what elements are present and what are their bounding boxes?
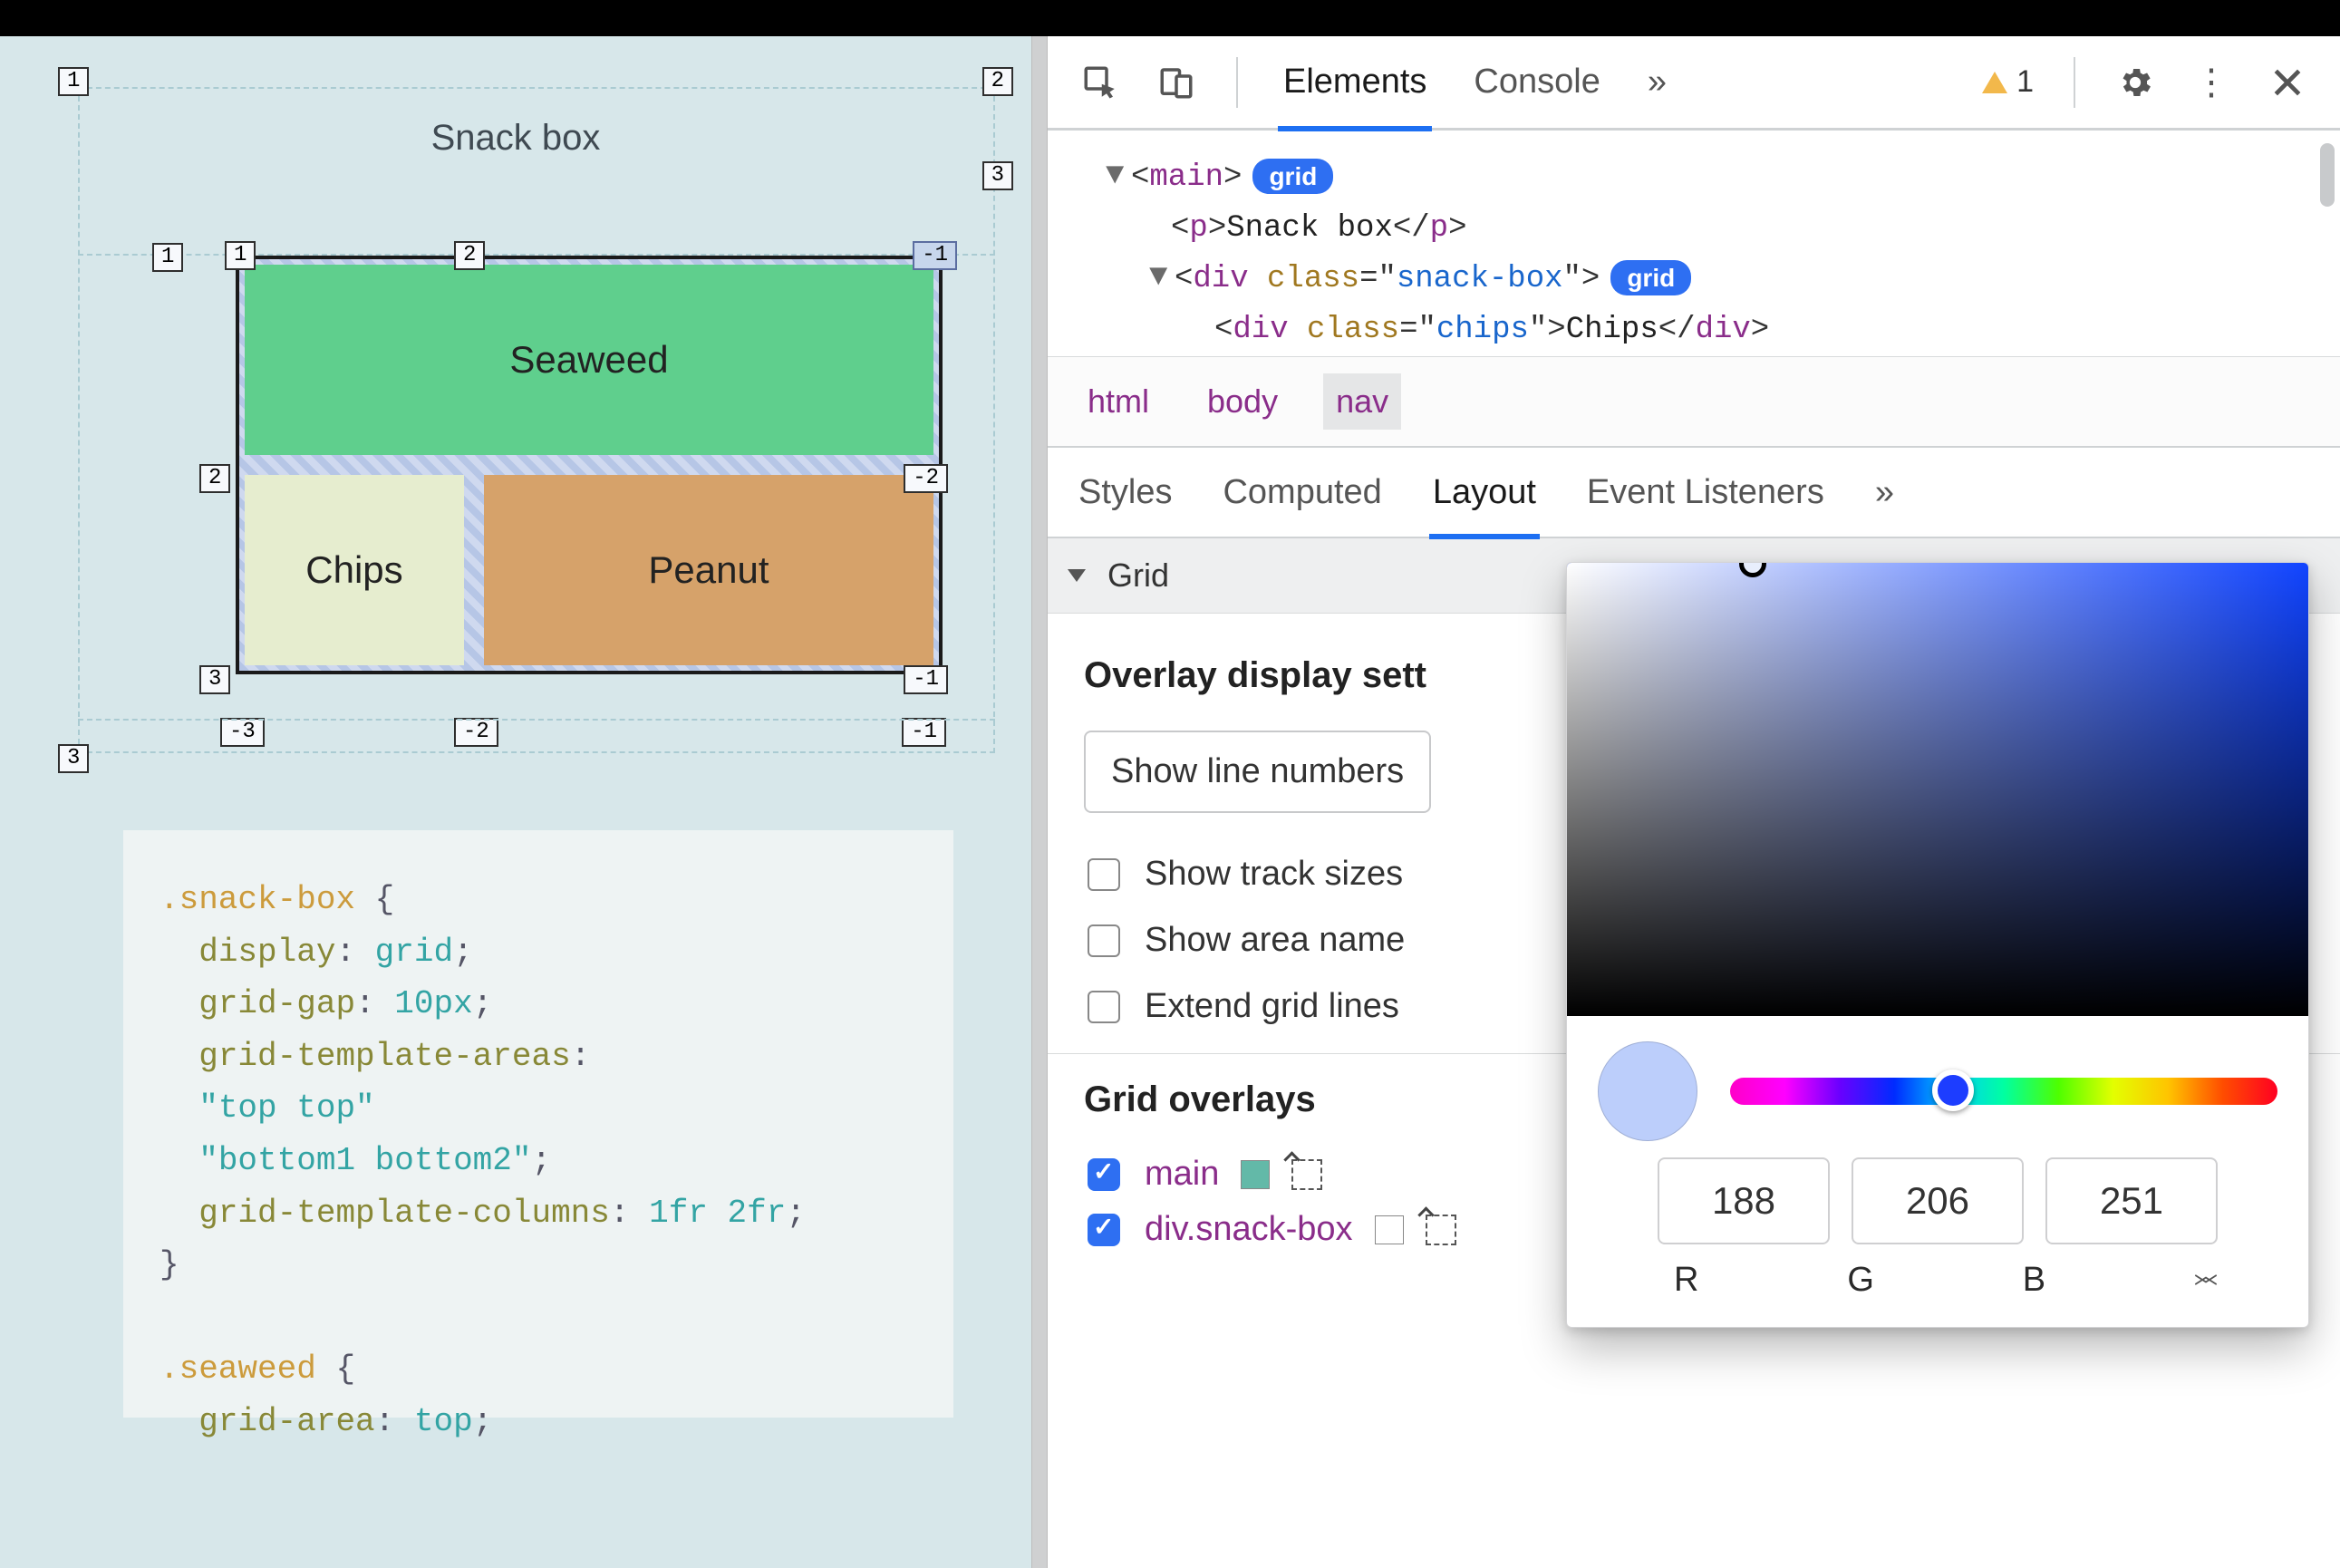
crumb-nav[interactable]: nav <box>1323 373 1401 430</box>
current-color-swatch[interactable] <box>1598 1041 1697 1141</box>
line-numbers-select[interactable]: Show line numbers <box>1084 731 1431 813</box>
grid-line-chip: -1 <box>913 241 957 270</box>
gear-icon[interactable] <box>2115 63 2155 102</box>
b-label: B <box>2023 1261 2045 1300</box>
grid-line-chip: -3 <box>220 718 265 747</box>
subtab-events[interactable]: Event Listeners <box>1583 448 1828 537</box>
grid-line-chip: 3 <box>199 665 230 694</box>
grid-line-chip: 2 <box>199 464 230 493</box>
subtabs-overflow[interactable]: » <box>1871 448 1898 537</box>
snack-box-grid: Seaweed Chips Peanut <box>236 256 943 674</box>
crumb-body[interactable]: body <box>1194 373 1291 430</box>
devtools-window: Snack box Seaweed Chips Peanut 1 2 3 3 1… <box>0 36 2340 1568</box>
device-toggle-icon[interactable] <box>1156 63 1196 102</box>
grid-item-seaweed: Seaweed <box>245 265 933 455</box>
grid-line-chip: 2 <box>982 67 1013 96</box>
checkbox[interactable] <box>1088 991 1120 1023</box>
r-label: R <box>1674 1261 1698 1300</box>
overlay-options-icon[interactable] <box>1426 1215 1456 1245</box>
pane-divider[interactable] <box>1031 36 1048 1568</box>
styles-subtabs: Styles Computed Layout Event Listeners » <box>1048 448 2340 538</box>
dom-tree[interactable]: ▼<main>grid <p>Snack box</p> ▼<div class… <box>1048 131 2340 357</box>
rendered-page-pane: Snack box Seaweed Chips Peanut 1 2 3 3 1… <box>0 36 1031 1450</box>
chevron-down-icon <box>1068 569 1086 582</box>
kebab-menu-icon[interactable]: ⋮ <box>2191 63 2231 102</box>
tab-console[interactable]: Console <box>1468 35 1605 129</box>
scrollbar-thumb[interactable] <box>2320 143 2335 207</box>
color-swatch[interactable] <box>1375 1215 1404 1244</box>
inspect-icon[interactable] <box>1080 63 1120 102</box>
grid-line-chip: 2 <box>454 241 485 270</box>
g-input[interactable]: 206 <box>1852 1157 2024 1244</box>
grid-line-chip: 3 <box>58 744 89 773</box>
checkbox[interactable] <box>1088 1214 1120 1246</box>
subtab-layout[interactable]: Layout <box>1429 448 1540 537</box>
hue-knob[interactable] <box>1932 1070 1974 1111</box>
subtab-computed[interactable]: Computed <box>1219 448 1385 537</box>
hue-slider[interactable] <box>1730 1078 2277 1105</box>
grid-line-chip: -1 <box>904 665 948 694</box>
outer-grid-overlay: Seaweed Chips Peanut 1 2 3 3 1 2 3 1 2 -… <box>78 87 995 753</box>
color-picker-popover: 188 206 251 R G B ︿﹀ <box>1566 562 2309 1328</box>
css-code-block: .snack-box { display: grid; grid-gap: 10… <box>123 830 953 1418</box>
warning-icon <box>1982 72 2007 93</box>
grid-line-chip: 3 <box>982 161 1013 190</box>
g-label: G <box>1847 1261 1874 1300</box>
grid-line-chip: 1 <box>58 67 89 96</box>
subtab-styles[interactable]: Styles <box>1075 448 1175 537</box>
grid-line-chip: 1 <box>225 241 256 270</box>
grid-item-peanut: Peanut <box>484 475 933 665</box>
grid-line-chip: -1 <box>902 718 946 747</box>
grid-badge[interactable]: grid <box>1252 159 1333 194</box>
checkbox[interactable] <box>1088 858 1120 891</box>
color-field[interactable] <box>1567 563 2308 1016</box>
color-field-knob[interactable] <box>1739 562 1766 577</box>
grid-line-chip: -2 <box>454 718 498 747</box>
warnings-badge[interactable]: 1 <box>1982 64 2034 100</box>
color-swatch[interactable] <box>1241 1160 1270 1189</box>
r-input[interactable]: 188 <box>1658 1157 1830 1244</box>
checkbox[interactable] <box>1088 1158 1120 1191</box>
breadcrumb: html body nav <box>1048 357 2340 448</box>
grid-badge[interactable]: grid <box>1610 260 1691 295</box>
devtools-panel: Elements Console » 1 ⋮ ▼<main>grid <p>Sn… <box>1048 36 2340 1568</box>
tab-elements[interactable]: Elements <box>1278 35 1432 129</box>
grid-line-chip: 1 <box>152 243 183 272</box>
grid-line-chip: -2 <box>904 464 948 493</box>
tabs-overflow[interactable]: » <box>1642 35 1672 129</box>
close-icon[interactable] <box>2267 63 2307 102</box>
devtools-top-bar: Elements Console » 1 ⋮ <box>1048 36 2340 131</box>
b-input[interactable]: 251 <box>2045 1157 2218 1244</box>
checkbox[interactable] <box>1088 924 1120 957</box>
crumb-html[interactable]: html <box>1075 373 1162 430</box>
overlay-options-icon[interactable] <box>1291 1159 1322 1190</box>
grid-item-chips: Chips <box>245 475 464 665</box>
format-stepper-icon[interactable]: ︿﹀ <box>2194 1270 2218 1292</box>
